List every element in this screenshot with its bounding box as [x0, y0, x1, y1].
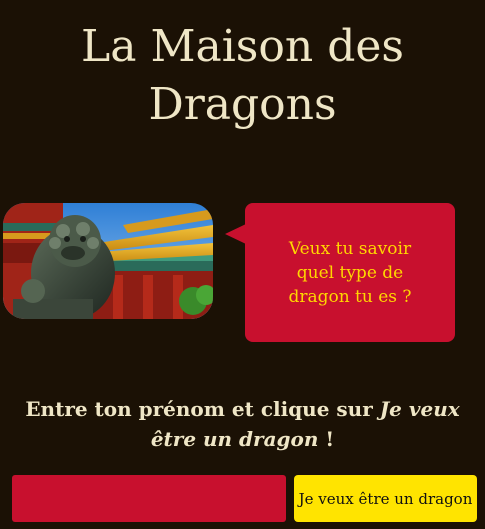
temple-lion-photo — [3, 203, 213, 319]
instruction-suffix: ! — [318, 427, 335, 451]
instruction-prefix: Entre ton prénom et clique sur — [25, 397, 380, 421]
instruction-text: Entre ton prénom et clique sur Je veux ê… — [10, 394, 475, 454]
speech-bubble-text: Veux tu savoir quel type de dragon tu es… — [288, 238, 412, 307]
speech-bubble-tail — [225, 224, 246, 244]
page-title: La Maison des Dragons — [81, 21, 404, 130]
become-dragon-button[interactable]: Je veux être un dragon — [294, 475, 477, 522]
speech-bubble: Veux tu savoir quel type de dragon tu es… — [245, 203, 455, 342]
first-name-input[interactable] — [12, 475, 286, 522]
